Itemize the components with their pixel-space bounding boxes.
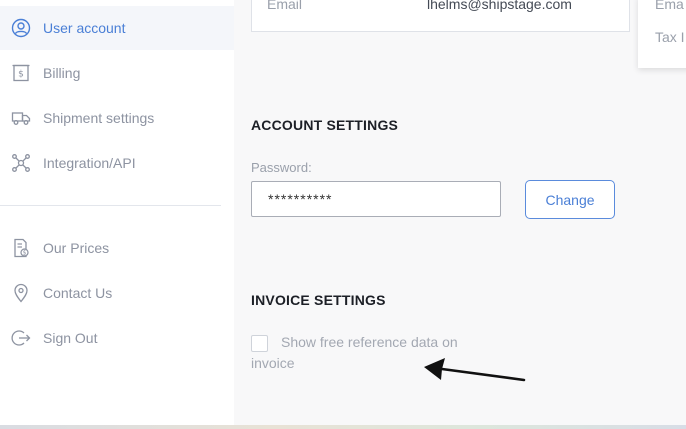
password-field[interactable] xyxy=(251,181,501,217)
sidebar-item-label: Sign Out xyxy=(43,330,98,346)
app-root: User account $ Billing Shipment settings… xyxy=(0,0,686,429)
account-settings-title: ACCOUNT SETTINGS xyxy=(251,117,399,133)
sidebar-item-billing[interactable]: $ Billing xyxy=(0,51,234,95)
user-circle-icon xyxy=(11,18,31,38)
side-card-tax-label: Tax I xyxy=(655,29,685,45)
change-password-button[interactable]: Change xyxy=(525,180,615,219)
profile-email-card: Email lhelms@shipstage.com xyxy=(251,0,630,32)
sidebar-item-user-account[interactable]: User account xyxy=(0,6,234,50)
reference-data-checkbox-label: Show free reference data on xyxy=(281,334,458,350)
sidebar-item-shipment-settings[interactable]: Shipment settings xyxy=(0,96,234,140)
invoice-settings-title: INVOICE SETTINGS xyxy=(251,292,386,308)
sidebar-item-sign-out[interactable]: Sign Out xyxy=(0,316,234,360)
receipt-dollar-icon: $ xyxy=(11,63,31,83)
side-info-card: Ema Tax I xyxy=(638,0,686,68)
sidebar-item-integration-api[interactable]: Integration/API xyxy=(0,141,234,185)
sidebar-item-label: Our Prices xyxy=(43,240,110,256)
email-label: Email xyxy=(267,0,303,12)
svg-text:$: $ xyxy=(18,70,24,80)
map-pin-icon xyxy=(11,283,31,303)
sidebar-item-our-prices[interactable]: $ Our Prices xyxy=(0,226,234,270)
bottom-edge xyxy=(0,425,686,429)
reference-data-checkbox[interactable] xyxy=(251,335,268,352)
price-list-icon: $ xyxy=(11,238,31,258)
sidebar-item-label: Integration/API xyxy=(43,155,136,171)
sidebar-item-label: Shipment settings xyxy=(43,110,155,126)
sidebar-divider xyxy=(0,205,221,206)
network-nodes-icon xyxy=(11,153,31,173)
sidebar-item-label: User account xyxy=(43,20,126,36)
reference-data-checkbox-label-continued: invoice xyxy=(251,355,295,371)
main-content: Email lhelms@shipstage.com Ema Tax I ACC… xyxy=(234,0,686,425)
sidebar: User account $ Billing Shipment settings… xyxy=(0,0,234,425)
annotation-arrow-icon xyxy=(424,358,526,382)
sign-out-icon xyxy=(11,328,31,348)
sidebar-item-contact-us[interactable]: Contact Us xyxy=(0,271,234,315)
truck-icon xyxy=(11,108,31,128)
svg-text:$: $ xyxy=(23,250,27,257)
side-card-email-label: Ema xyxy=(655,0,684,12)
email-value: lhelms@shipstage.com xyxy=(427,0,572,12)
password-label: Password: xyxy=(251,160,312,175)
sidebar-item-label: Contact Us xyxy=(43,285,113,301)
sidebar-item-label: Billing xyxy=(43,65,81,81)
